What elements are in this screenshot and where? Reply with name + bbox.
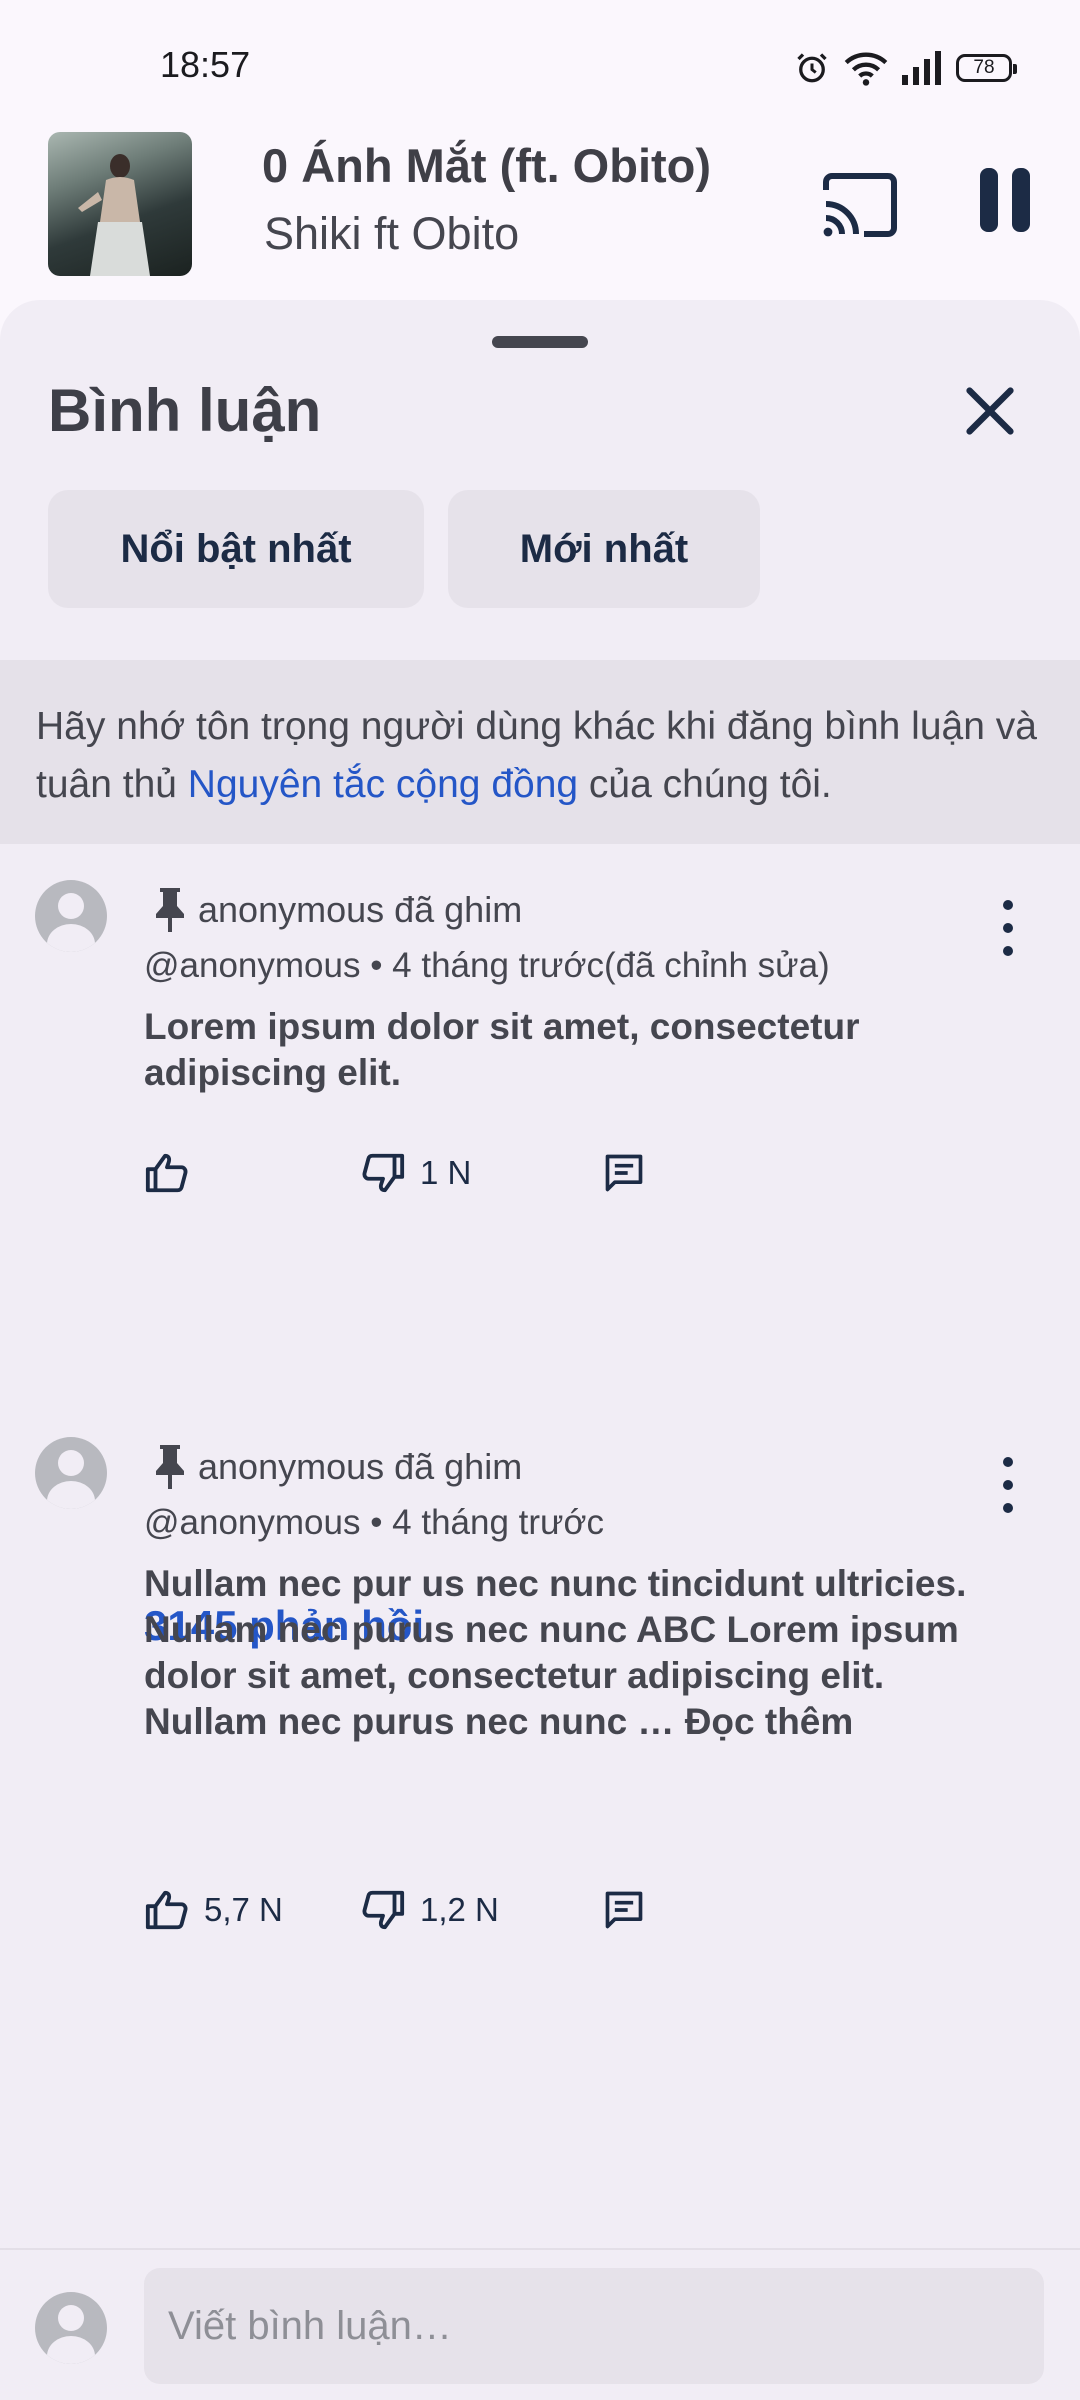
thumb-down-icon: [362, 1890, 405, 1930]
pinned-label: anonymous đã ghim: [152, 1443, 522, 1491]
mini-player[interactable]: 0 Ánh Mắt (ft. Obito) Shiki ft Obito: [0, 130, 1080, 280]
pin-icon: [156, 1445, 184, 1489]
comment-icon: [605, 1154, 643, 1192]
like-button[interactable]: [144, 1150, 360, 1196]
comments-sheet: Bình luận Nổi bật nhất Mới nhất Hãy nhớ …: [0, 300, 1080, 2400]
close-button[interactable]: [955, 376, 1025, 446]
status-bar: 18:57 78: [0, 0, 1080, 130]
dislike-count: 1,2 N: [420, 1891, 499, 1928]
comment-actions: 5,7 N 1,2 N: [144, 1887, 646, 1933]
comment-text: Lorem ipsum dolor sit amet, consectetur …: [144, 1006, 860, 1093]
comment-actions: 1 N: [144, 1150, 646, 1196]
thumb-down-icon: [362, 1153, 405, 1193]
chip-newest[interactable]: Mới nhất: [448, 490, 760, 608]
thumb-up-icon: [145, 1153, 188, 1193]
comment-meta: @anonymous • 4 tháng trước: [144, 1503, 604, 1542]
dislike-count: 1 N: [420, 1154, 472, 1191]
reply-button[interactable]: [602, 1888, 646, 1932]
like-button[interactable]: 5,7 N: [144, 1887, 360, 1933]
community-notice: Hãy nhớ tôn trọng người dùng khác khi đă…: [0, 660, 1080, 844]
wifi-icon: [844, 52, 888, 86]
avatar[interactable]: [35, 880, 107, 952]
user-avatar[interactable]: [35, 2292, 107, 2364]
pin-icon: [156, 888, 184, 932]
album-art-figure: [78, 154, 150, 276]
album-art[interactable]: [48, 132, 192, 276]
notice-suffix: của chúng tôi.: [578, 763, 832, 806]
dislike-button[interactable]: 1 N: [360, 1150, 602, 1196]
comment-icon: [605, 1891, 643, 1929]
thumb-up-icon: [145, 1890, 188, 1930]
status-icons: 78: [794, 50, 1017, 86]
pinned-label: anonymous đã ghim: [152, 886, 522, 934]
dislike-button[interactable]: 1,2 N: [360, 1887, 602, 1933]
pause-icon: [980, 168, 998, 232]
alarm-icon: [797, 53, 827, 83]
battery-icon: 78: [956, 54, 1017, 82]
song-title[interactable]: 0 Ánh Mắt (ft. Obito): [262, 138, 722, 193]
comment-meta: @anonymous • 4 tháng trước(đã chỉnh sửa): [144, 946, 830, 985]
status-time: 18:57: [160, 44, 251, 85]
cast-icon: [823, 173, 897, 237]
more-vert-icon: [1003, 900, 1013, 910]
comment-composer: [0, 2248, 1080, 2400]
reply-button[interactable]: [602, 1151, 646, 1195]
pinned-label-text: anonymous đã ghim: [198, 1446, 523, 1487]
like-count: 5,7 N: [204, 1891, 283, 1928]
pinned-label-text: anonymous đã ghim: [198, 889, 523, 930]
cast-button[interactable]: [820, 170, 900, 240]
more-options-button[interactable]: [990, 1457, 1026, 1513]
more-options-button[interactable]: [990, 900, 1026, 956]
comment-text[interactable]: Nullam nec pur us nec nunc tincidunt ult…: [144, 1561, 984, 1745]
close-icon: [966, 387, 1014, 435]
song-artist[interactable]: Shiki ft Obito: [264, 208, 519, 260]
avatar[interactable]: [35, 1437, 107, 1509]
signal-icon: [902, 51, 941, 85]
sheet-title: Bình luận: [48, 377, 322, 444]
drag-handle[interactable]: [492, 336, 588, 348]
pause-button[interactable]: [980, 168, 1036, 240]
more-vert-icon: [1003, 1457, 1013, 1467]
community-guidelines-link[interactable]: Nguyên tắc cộng đồng: [188, 763, 578, 806]
chip-top[interactable]: Nổi bật nhất: [48, 490, 424, 608]
comment-input[interactable]: [144, 2268, 1044, 2384]
sort-chips: Nổi bật nhất Mới nhất: [48, 490, 760, 608]
